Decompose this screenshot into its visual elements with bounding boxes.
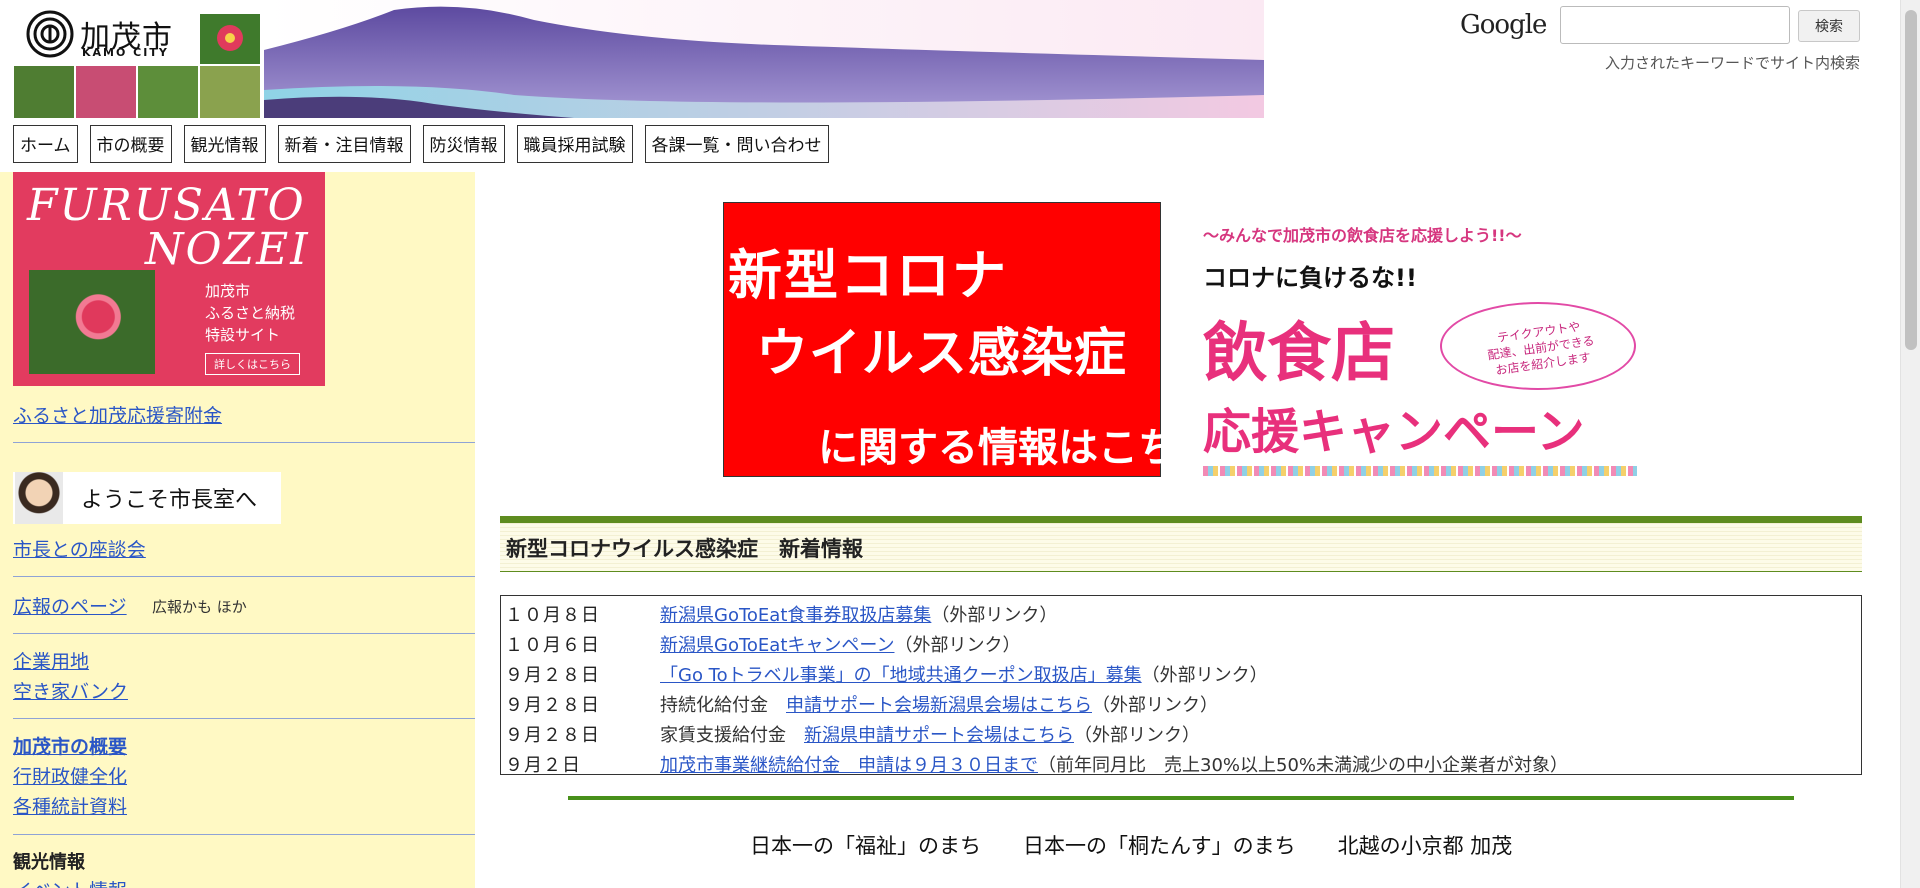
corona-news-title: 新型コロナウイルス感染症 新着情報 bbox=[506, 537, 863, 561]
furusato-banner-more: 詳しくはこちら bbox=[205, 353, 300, 375]
sidebar-divider bbox=[13, 718, 475, 719]
nav-item-disaster[interactable]: 防災情報 bbox=[422, 125, 505, 163]
news-date: １０月８日 bbox=[505, 605, 600, 626]
news-suffix: （外部リンク） bbox=[931, 605, 1058, 626]
city-logo-english: KAMO CITY bbox=[82, 46, 169, 59]
furusato-donation-link[interactable]: ふるさと加茂応援寄附金 bbox=[13, 401, 222, 428]
nav-item-home[interactable]: ホーム bbox=[13, 125, 78, 163]
news-link[interactable]: 新潟県GoToEatキャンペーン bbox=[660, 635, 894, 656]
nav-item-departments[interactable]: 各課一覧・問い合わせ bbox=[644, 125, 829, 163]
sidebar-divider bbox=[13, 633, 475, 634]
city-tagline: 日本一の「福祉」のまち 日本一の「桐たんす」のまち 北越の小京都 加茂 bbox=[750, 834, 1513, 858]
city-overview-link[interactable]: 加茂市の概要 bbox=[13, 732, 127, 759]
site-header: 加茂市 KAMO CITY Google 検索 入力されたキーワードでサイト内検… bbox=[0, 0, 1900, 120]
nav-item-news[interactable]: 新着・注目情報 bbox=[277, 125, 411, 163]
mayor-office-banner[interactable]: ようこそ市長室へ bbox=[13, 472, 281, 524]
campaign-speech-bubble: テイクアウトや 配達、出前ができる お店を紹介します bbox=[1440, 302, 1636, 390]
furusato-nozei-banner[interactable]: FURUSATO NOZEI 加茂市 ふるさと納税 特設サイト 詳しくはこちら bbox=[13, 172, 325, 386]
campaign-line2: 飲食店 bbox=[1203, 317, 1395, 391]
news-body: 新潟県GoToEat食事券取扱店募集（外部リンク） bbox=[660, 601, 1057, 627]
search-input[interactable] bbox=[1560, 6, 1790, 44]
finance-reform-link[interactable]: 行財政健全化 bbox=[13, 762, 127, 789]
header-banner-image bbox=[14, 0, 1264, 118]
event-info-link[interactable]: イベント情報 bbox=[13, 876, 127, 888]
restaurant-campaign-banner[interactable]: ～みんなで加茂市の飲食店を応援しよう!!～ コロナに負けるな!! 飲食店 テイク… bbox=[1200, 222, 1640, 482]
news-prefix: 家賃支援給付金 bbox=[660, 725, 804, 746]
news-date: ９月２８日 bbox=[505, 725, 600, 746]
furusato-banner-line2: NOZEI bbox=[145, 224, 310, 275]
global-nav: ホーム 市の概要 観光情報 新着・注目情報 防災情報 職員採用試験 各課一覧・問… bbox=[13, 125, 829, 163]
news-row: １０月６日 新潟県GoToEatキャンペーン（外部リンク） bbox=[505, 628, 1857, 658]
news-body: 加茂市事業継続給付金 申請は９月３０日まで（前年同月比 売上30%以上50%未満… bbox=[660, 751, 1568, 777]
mayor-photo bbox=[15, 472, 63, 524]
news-body: 「Go Toトラベル事業」の「地域共通クーポン取扱店」募集（外部リンク） bbox=[660, 661, 1268, 687]
search-button[interactable]: 検索 bbox=[1798, 10, 1860, 42]
scrollbar-thumb[interactable] bbox=[1905, 10, 1917, 350]
news-row: ９月２８日 「Go Toトラベル事業」の「地域共通クーポン取扱店」募集（外部リン… bbox=[505, 658, 1857, 688]
section-divider bbox=[568, 796, 1794, 800]
news-prefix: 持続化給付金 bbox=[660, 695, 786, 716]
news-link[interactable]: 新潟県GoToEat食事券取扱店募集 bbox=[660, 605, 931, 626]
site-search: Google 検索 入力されたキーワードでサイト内検索 bbox=[1460, 6, 1880, 76]
news-link[interactable]: 加茂市事業継続給付金 申請は９月３０日まで bbox=[660, 755, 1038, 776]
news-body: 新潟県GoToEatキャンペーン（外部リンク） bbox=[660, 631, 1020, 657]
news-row: ９月２８日 持続化給付金 申請サポート会場新潟県会場はこちら（外部リンク） bbox=[505, 688, 1857, 718]
news-date: ９月２８日 bbox=[505, 665, 600, 686]
news-suffix: （外部リンク） bbox=[1074, 725, 1200, 746]
campaign-line3: 応援キャンペーン bbox=[1203, 404, 1585, 460]
mayor-banner-label: ようこそ市長室へ bbox=[81, 488, 258, 513]
news-row: ９月２８日 家賃支援給付金 新潟県申請サポート会場はこちら（外部リンク） bbox=[505, 718, 1857, 748]
campaign-line1: コロナに負けるな!! bbox=[1203, 264, 1417, 292]
city-logo[interactable]: 加茂市 KAMO CITY bbox=[26, 10, 186, 59]
sidebar-divider bbox=[13, 834, 475, 835]
sidebar-divider bbox=[13, 576, 475, 577]
camellia-photo bbox=[29, 270, 155, 374]
campaign-decoration bbox=[1203, 466, 1637, 476]
tourism-heading: 観光情報 bbox=[13, 852, 85, 873]
corona-banner-line3: に関する情報はこちら bbox=[818, 425, 1218, 471]
news-link[interactable]: 新潟県申請サポート会場はこちら bbox=[804, 725, 1074, 746]
main-content: 新型コロナ ウイルス感染症 に関する情報はこちら ～みんなで加茂市の飲食店を応援… bbox=[500, 172, 1865, 888]
nav-item-recruit[interactable]: 職員採用試験 bbox=[516, 125, 633, 163]
page-scrollbar[interactable] bbox=[1900, 0, 1920, 888]
corona-news-list: １０月８日 新潟県GoToEat食事券取扱店募集（外部リンク） １０月６日 新潟… bbox=[500, 595, 1862, 778]
news-suffix: （前年同月比 売上30%以上50%未満減少の中小企業者が対象） bbox=[1038, 755, 1569, 776]
nav-item-overview[interactable]: 市の概要 bbox=[89, 125, 172, 163]
campaign-bubble-text: テイクアウトや 配達、出前ができる お店を紹介します bbox=[1486, 319, 1596, 378]
mayor-talk-link[interactable]: 市長との座談会 bbox=[13, 535, 146, 562]
sidebar: FURUSATO NOZEI 加茂市 ふるさと納税 特設サイト 詳しくはこちら … bbox=[0, 172, 475, 888]
news-suffix: （外部リンク） bbox=[1092, 695, 1218, 716]
corona-news-header: 新型コロナウイルス感染症 新着情報 bbox=[500, 516, 1862, 572]
google-logo: Google bbox=[1460, 10, 1547, 40]
news-link[interactable]: 申請サポート会場新潟県会場はこちら bbox=[786, 695, 1092, 716]
news-body: 持続化給付金 申請サポート会場新潟県会場はこちら（外部リンク） bbox=[660, 691, 1218, 717]
corona-info-banner[interactable]: 新型コロナ ウイルス感染症 に関する情報はこちら bbox=[723, 202, 1218, 477]
corona-banner-line1: 新型コロナ bbox=[728, 244, 1008, 307]
news-date: ９月２日 bbox=[505, 755, 581, 776]
city-emblem-icon bbox=[26, 10, 74, 58]
news-row: ９月２日 加茂市事業継続給付金 申請は９月３０日まで（前年同月比 売上30%以上… bbox=[505, 748, 1857, 778]
corona-banner-line2: ウイルス感染症 bbox=[756, 324, 1128, 384]
news-suffix: （外部リンク） bbox=[894, 635, 1021, 656]
campaign-subtitle: ～みんなで加茂市の飲食店を応援しよう!!～ bbox=[1203, 226, 1522, 245]
search-hint: 入力されたキーワードでサイト内検索 bbox=[1604, 54, 1860, 72]
news-link[interactable]: 「Go Toトラベル事業」の「地域共通クーポン取扱店」募集 bbox=[660, 665, 1142, 686]
industrial-land-link[interactable]: 企業用地 bbox=[13, 647, 89, 674]
pr-page-note: 広報かも ほか bbox=[152, 598, 247, 616]
news-date: ９月２８日 bbox=[505, 695, 600, 716]
news-row: １０月８日 新潟県GoToEat食事券取扱店募集（外部リンク） bbox=[505, 598, 1857, 628]
pr-page-link[interactable]: 広報のページ bbox=[13, 592, 127, 619]
statistics-link[interactable]: 各種統計資料 bbox=[13, 792, 127, 819]
news-date: １０月６日 bbox=[505, 635, 600, 656]
nav-item-tourism[interactable]: 観光情報 bbox=[183, 125, 266, 163]
news-suffix: （外部リンク） bbox=[1141, 665, 1268, 686]
vacant-house-bank-link[interactable]: 空き家バンク bbox=[13, 677, 128, 704]
news-body: 家賃支援給付金 新潟県申請サポート会場はこちら（外部リンク） bbox=[660, 721, 1200, 747]
sidebar-divider bbox=[13, 442, 475, 443]
furusato-banner-text: 加茂市 ふるさと納税 特設サイト bbox=[205, 282, 296, 344]
